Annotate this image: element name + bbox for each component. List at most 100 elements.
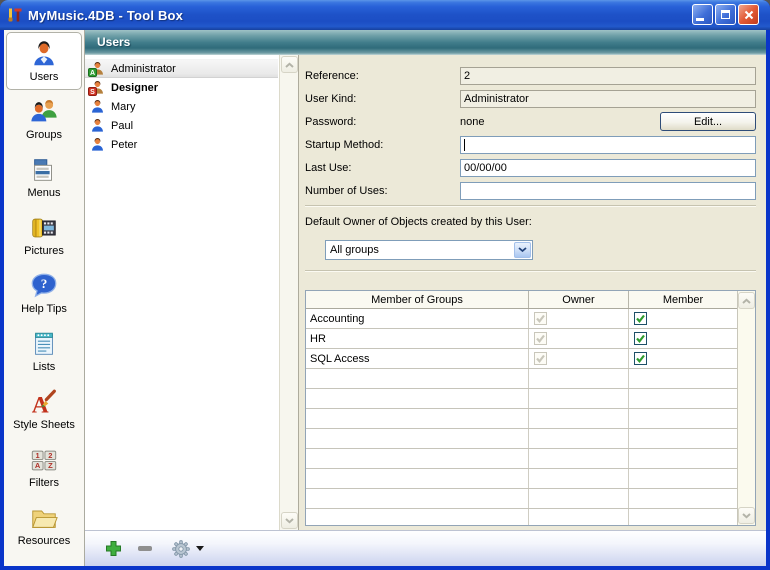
film-roll-icon [29,213,59,243]
delete-user-button[interactable] [133,536,157,562]
designer-badge: S [88,87,97,96]
sidebar-label: Groups [26,129,62,141]
sidebar-item-filters[interactable]: 1 2 A Z Filters [6,438,82,496]
group-name-cell: HR [306,329,529,348]
column-header-owner[interactable]: Owner [529,291,629,308]
page-title: Users [85,30,766,55]
empty-table-row [306,409,737,429]
empty-table-row [306,509,737,526]
sidebar-label: Help Tips [21,303,67,315]
sidebar-label: Style Sheets [13,419,75,431]
sidebar-label: Filters [29,477,59,489]
sidebar-item-style-sheets[interactable]: A Style Sheets [6,380,82,438]
svg-text:A: A [35,461,41,470]
reference-label: Reference: [305,70,460,82]
user-list-item-designer[interactable]: S Designer [85,78,278,97]
minimize-button[interactable] [692,4,713,25]
maximize-icon [721,10,730,19]
window-title: MyMusic.4DB - Tool Box [28,8,183,23]
table-row-sql-access[interactable]: SQL Access [306,349,737,369]
check-icon [635,313,646,324]
scroll-down-button[interactable] [281,512,298,529]
empty-table-row [306,429,737,449]
minimize-icon [696,18,704,21]
user-icon [90,137,105,152]
user-detail-panel: Reference: 2 User Kind: Administrator Pa… [299,55,766,530]
sidebar-item-help-tips[interactable]: ? Help Tips [6,264,82,322]
svg-text:1: 1 [36,451,40,460]
empty-table-row [306,449,737,469]
svg-text:Z: Z [48,461,53,470]
password-row: Password: none Edit... [305,110,756,133]
sidebar-item-lists[interactable]: Lists [6,322,82,380]
settings-menu-arrow-button[interactable] [193,536,207,562]
scroll-up-button[interactable] [281,56,298,73]
administrator-user-icon: A [90,61,105,76]
sidebar-item-pictures[interactable]: Pictures [6,206,82,264]
password-label: Password: [305,116,460,128]
table-row-hr[interactable]: HR [306,329,737,349]
window-content: Users Groups [4,30,766,566]
user-icon [90,99,105,114]
chevron-up-icon [285,62,294,68]
sidebar-item-resources[interactable]: Resources [6,496,82,554]
sidebar-label: Pictures [24,245,64,257]
sidebar-item-menus[interactable]: Menus [6,148,82,206]
notepad-icon [29,329,59,359]
close-button[interactable] [738,4,759,25]
maximize-button[interactable] [715,4,736,25]
user-list-item-paul[interactable]: Paul [85,116,278,135]
user-list-scrollbar[interactable] [279,55,298,530]
user-kind-row: User Kind: Administrator [305,87,756,110]
sidebar-item-users[interactable]: Users [6,32,82,90]
user-kind-label: User Kind: [305,93,460,105]
column-header-member[interactable]: Member [629,291,737,308]
password-value: none [460,116,660,128]
close-icon [744,10,754,20]
last-use-input[interactable]: 00/00/00 [460,159,756,177]
minus-icon [138,546,152,551]
menu-arrow-icon [196,546,204,551]
titlebar[interactable]: MyMusic.4DB - Tool Box [0,0,770,30]
empty-table-row [306,369,737,389]
member-checkbox[interactable] [634,332,647,345]
number-of-uses-input[interactable] [460,182,756,200]
startup-method-input[interactable] [460,136,756,154]
svg-text:?: ? [41,276,48,291]
member-checkbox[interactable] [634,352,647,365]
add-user-button[interactable] [101,536,125,562]
settings-button[interactable] [169,536,193,562]
help-bubble-icon: ? [29,271,59,301]
chevron-down-icon [285,518,294,524]
reference-row: Reference: 2 [305,64,756,87]
table-row-accounting[interactable]: Accounting [306,309,737,329]
user-icon [29,39,59,69]
plus-icon [105,540,122,557]
sidebar-label: Lists [33,361,56,373]
number-of-uses-row: Number of Uses: [305,179,756,202]
chevron-down-icon [742,513,751,519]
group-name-cell: Accounting [306,309,529,328]
user-icon [90,118,105,133]
default-owner-select[interactable]: All groups [325,240,533,260]
table-header: Member of Groups Owner Member [306,291,737,309]
scroll-up-button[interactable] [738,292,755,309]
scroll-down-button[interactable] [738,507,755,524]
column-header-groups[interactable]: Member of Groups [306,291,529,308]
startup-method-row: Startup Method: [305,133,756,156]
user-name: Administrator [111,63,176,75]
default-owner-value: All groups [326,244,514,256]
table-scrollbar[interactable] [737,291,755,525]
sidebar-item-groups[interactable]: Groups [6,90,82,148]
edit-password-button[interactable]: Edit... [660,112,756,131]
reference-field: 2 [460,67,756,85]
user-name: Paul [111,120,133,132]
user-list-item-peter[interactable]: Peter [85,135,278,154]
member-checkbox[interactable] [634,312,647,325]
user-list-item-administrator[interactable]: A Administrator [85,59,278,78]
combo-drop-button[interactable] [514,242,531,258]
user-list-item-mary[interactable]: Mary [85,97,278,116]
divider [305,270,756,272]
user-name: Mary [111,101,135,113]
last-use-label: Last Use: [305,162,460,174]
